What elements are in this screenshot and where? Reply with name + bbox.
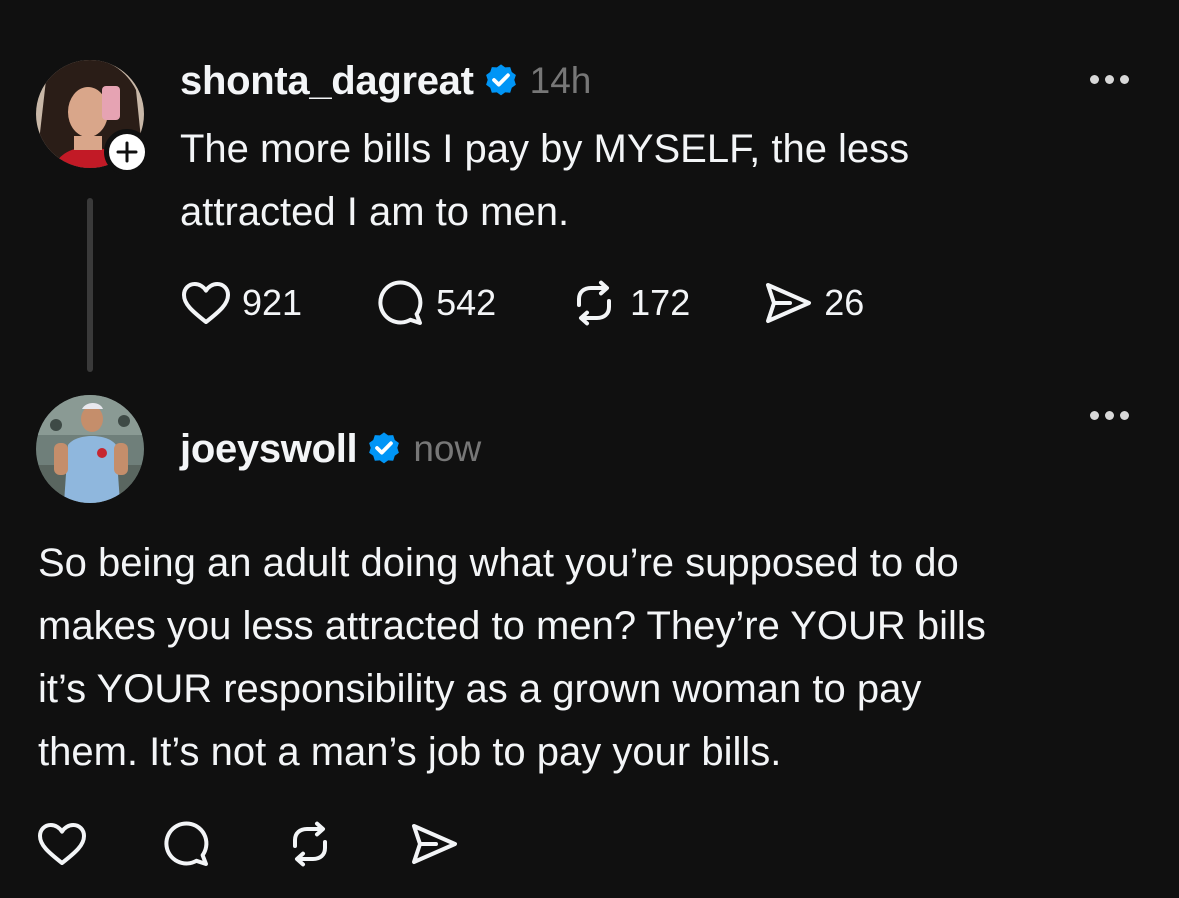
comment-icon [378,280,423,325]
verified-icon [365,430,403,468]
post-timestamp: 14h [529,60,592,101]
reply-header: joeyswoll now [180,424,481,474]
comment-button[interactable]: 542 [374,279,496,327]
verified-icon [482,62,520,100]
threads-view: shonta_dagreat 14h The more bills I pay … [0,0,1179,898]
comment-count: 542 [436,282,497,323]
post-username[interactable]: shonta_dagreat [180,59,474,104]
follow-plus-icon [116,141,138,163]
repost-icon [293,821,327,867]
heart-icon [38,823,86,865]
reply-actions [36,818,460,870]
follow-button[interactable] [104,129,150,175]
repost-icon [577,280,612,326]
reply-like-button[interactable] [36,820,88,868]
repost-button[interactable]: 172 [568,279,690,327]
reply-text[interactable]: So being an adult doing what you’re supp… [38,532,1158,784]
post-actions: 921 542 172 26 [180,278,864,328]
comment-icon [164,821,209,866]
reply-timestamp: now [413,428,482,469]
post-header: shonta_dagreat 14h [180,56,591,106]
reply-share-button[interactable] [408,820,460,868]
heart-icon [182,282,230,324]
thread-line [87,198,93,372]
share-count: 26 [824,282,865,323]
more-icon[interactable] [1090,75,1129,84]
post-text: The more bills I pay by MYSELF, the less… [180,127,910,234]
share-icon [766,283,812,323]
reply-repost-button[interactable] [284,820,336,868]
like-button[interactable]: 921 [180,279,302,327]
reply-comment-button[interactable] [160,820,212,868]
reply-avatar[interactable] [36,395,144,503]
like-count: 921 [242,282,303,323]
share-icon [412,824,457,864]
more-icon[interactable] [1090,411,1129,420]
repost-count: 172 [630,282,691,323]
reply-username[interactable]: joeyswoll [180,427,358,472]
share-button[interactable]: 26 [762,279,864,327]
